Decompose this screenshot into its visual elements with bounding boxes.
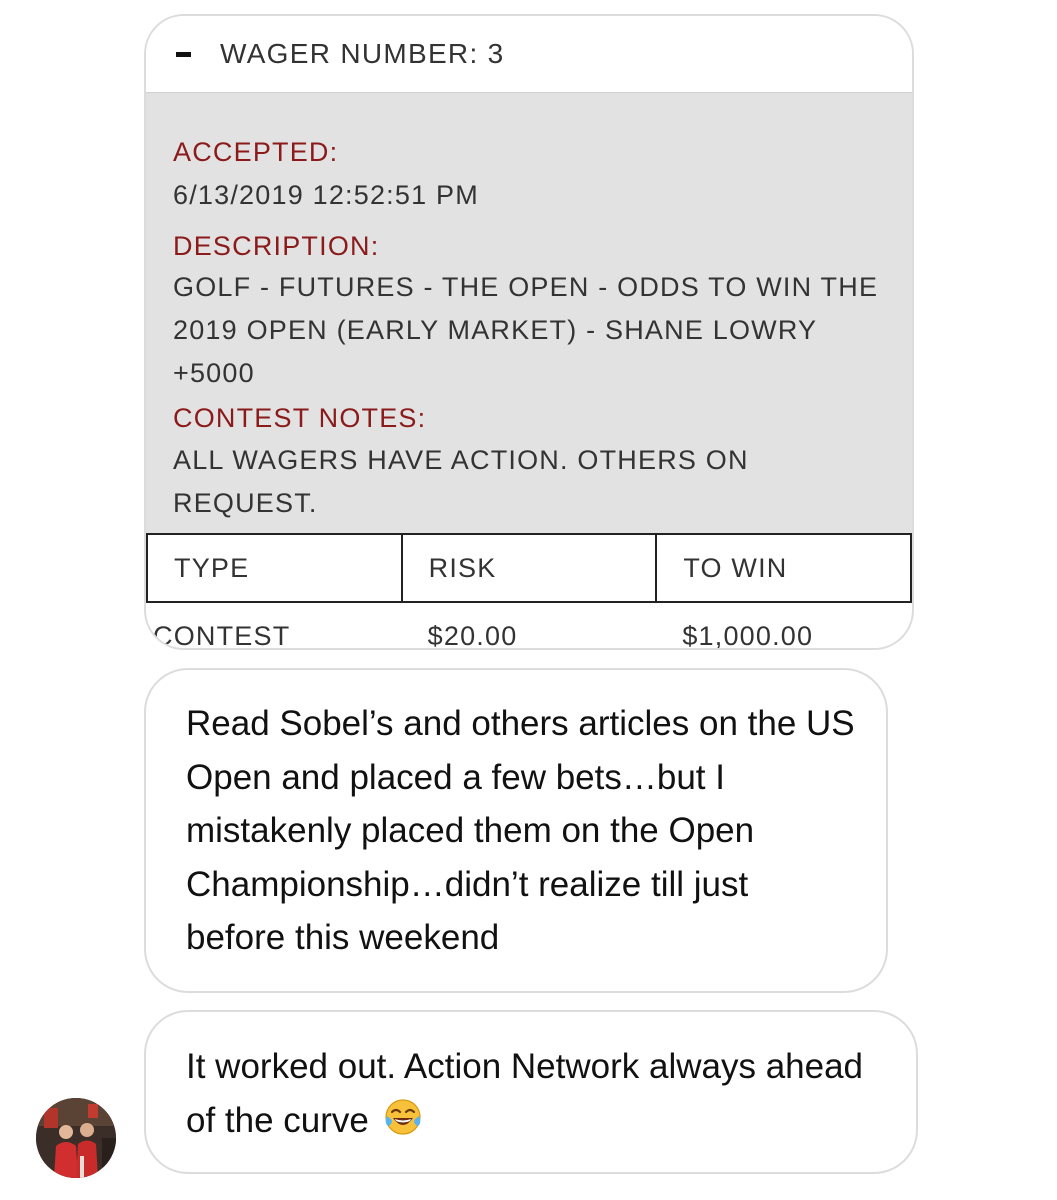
wager-table: TYPE RISK TO WIN CONTEST $20.00 $1,000.0… — [146, 533, 912, 648]
accepted-value: 6/13/2019 12:52:51 PM — [173, 180, 479, 210]
message-text: Read Sobel’s and others articles on the … — [186, 704, 855, 957]
description-label: DESCRIPTION: — [173, 231, 380, 261]
description-value: GOLF - FUTURES - THE OPEN - ODDS TO WIN … — [173, 272, 879, 388]
message-bubble[interactable]: Read Sobel’s and others articles on the … — [144, 668, 888, 993]
wager-header[interactable]: WAGER NUMBER: 3 — [146, 16, 912, 92]
table-row: CONTEST $20.00 $1,000.00 — [147, 602, 911, 648]
cell-risk: $20.00 — [401, 602, 657, 648]
wager-details: ACCEPTED: 6/13/2019 12:52:51 PM DESCRIPT… — [146, 92, 912, 548]
column-header-risk: RISK — [400, 533, 658, 603]
column-header-type: TYPE — [146, 533, 403, 603]
wager-title: WAGER NUMBER: 3 — [220, 38, 505, 69]
message-text: It worked out. Action Network always ahe… — [186, 1047, 864, 1140]
contest-notes-value: ALL WAGERS HAVE ACTION. OTHERS ON REQUES… — [173, 445, 749, 518]
accepted-label: ACCEPTED: — [173, 137, 339, 167]
cell-type: CONTEST — [147, 602, 402, 648]
message-bubble[interactable]: It worked out. Action Network always ahe… — [144, 1010, 918, 1174]
avatar[interactable] — [36, 1098, 116, 1178]
table-header-row: TYPE RISK TO WIN — [146, 533, 912, 603]
avatar-photo-icon — [36, 1098, 116, 1178]
face-with-tears-of-joy-icon — [385, 1098, 421, 1135]
column-header-to-win: TO WIN — [655, 533, 912, 603]
wager-ticket[interactable]: WAGER NUMBER: 3 ACCEPTED: 6/13/2019 12:5… — [144, 14, 914, 650]
contest-notes-label: CONTEST NOTES: — [173, 403, 427, 433]
collapse-minus-icon[interactable] — [176, 52, 191, 57]
cell-to-win: $1,000.00 — [656, 602, 911, 648]
